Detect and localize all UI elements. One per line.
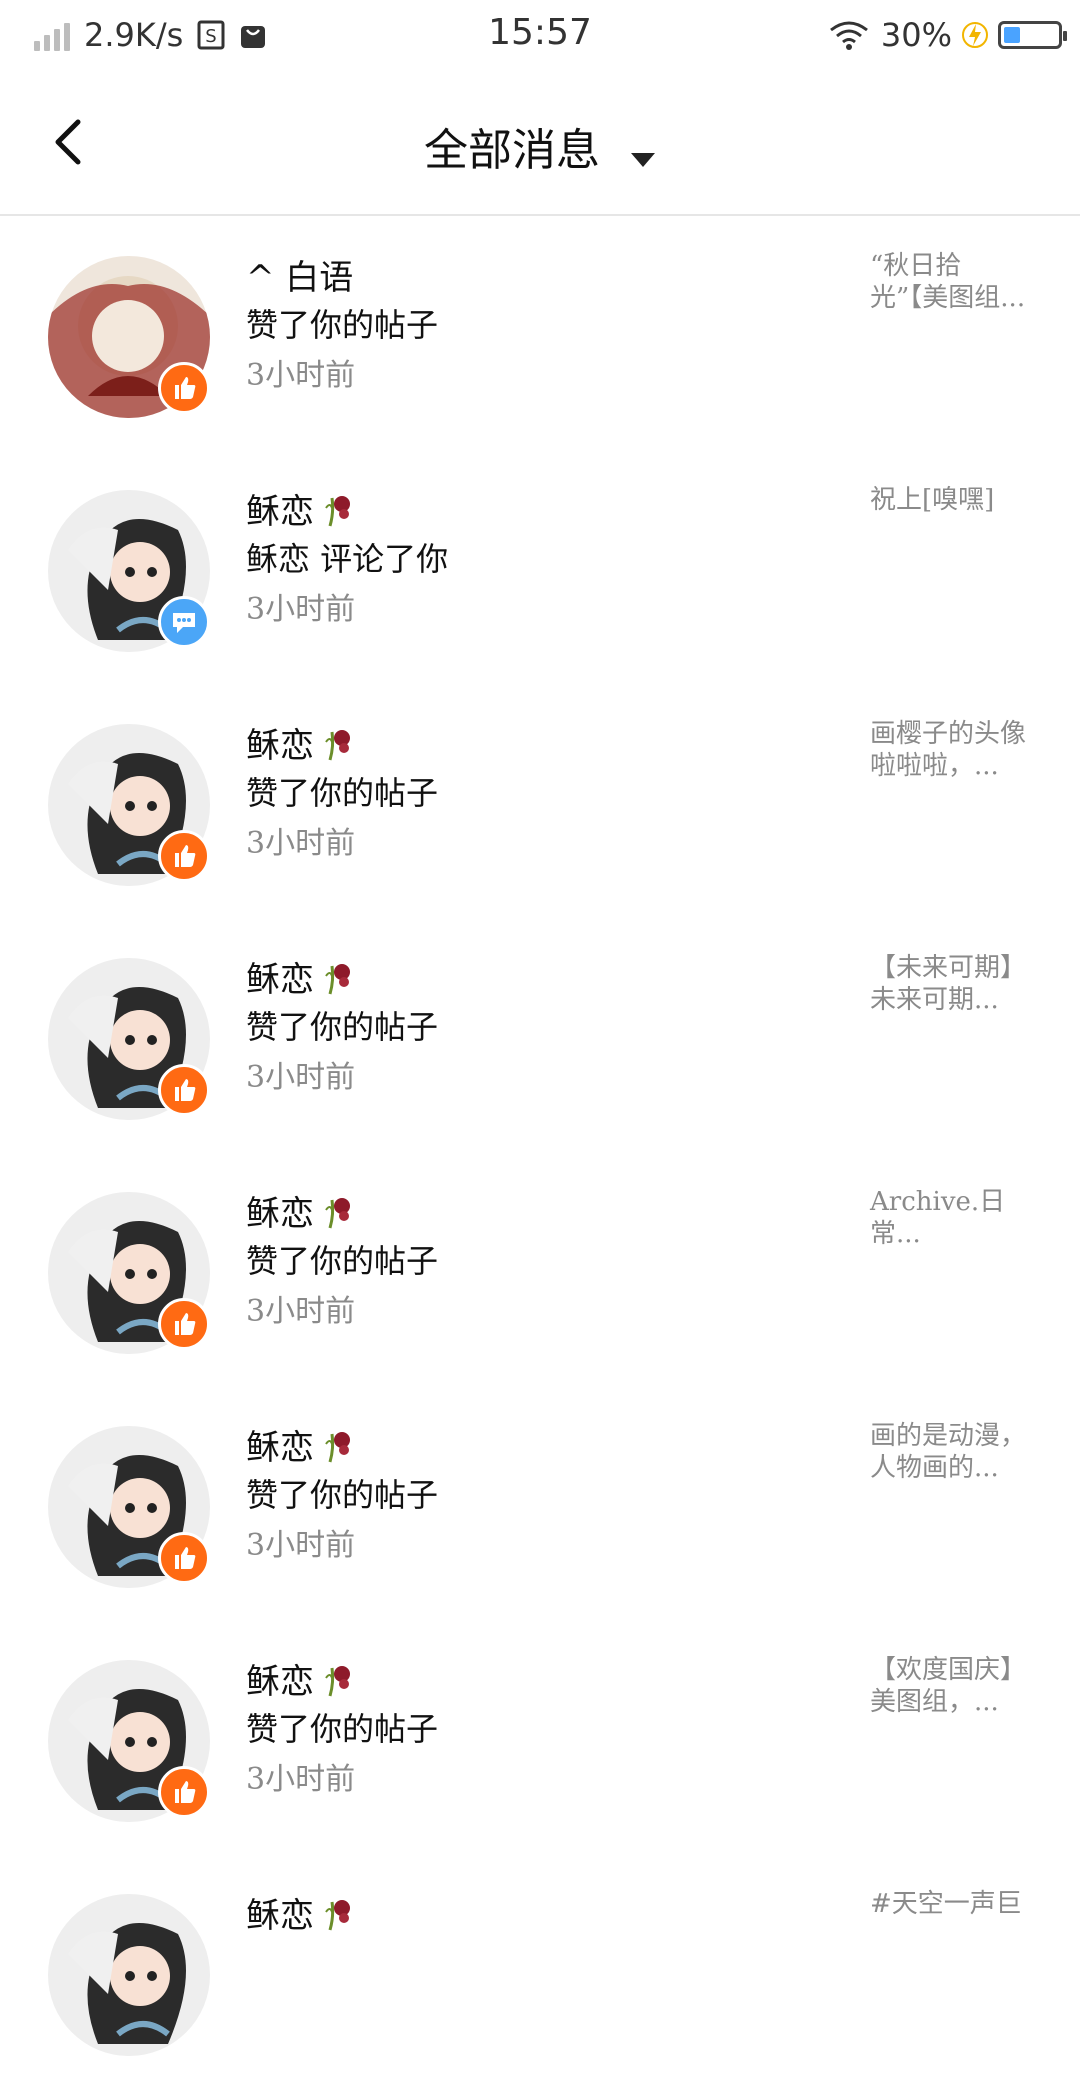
charging-icon: [962, 22, 988, 48]
battery-percent: 30%: [880, 16, 952, 54]
message-action: 赞了你的帖子: [246, 1242, 439, 1280]
message-action: 赞了你的帖子: [246, 774, 439, 812]
rose-emoji-icon: [320, 1428, 354, 1473]
sender-name-text: 稣恋: [246, 726, 314, 766]
sender-name-text: 稣恋: [246, 1194, 314, 1234]
header-bar: 全部消息: [0, 70, 1080, 216]
message-time: 3小时前: [246, 1528, 356, 1563]
sender-name-text: 稣恋: [246, 1428, 314, 1468]
post-snippet[interactable]: 【欢度国庆】 美图组，...: [870, 1654, 1050, 1718]
message-action: 赞了你的帖子: [246, 1710, 439, 1748]
rose-emoji-icon: [320, 960, 354, 1005]
like-badge: [158, 1064, 210, 1116]
page-title: 全部消息: [424, 125, 600, 176]
thumb-up-icon: [175, 1313, 196, 1335]
message-list: ^ 白语 赞了你的帖子 3小时前 “秋日拾 光”【美图组... 稣恋 稣恋 评论了你 3小时…: [0, 216, 1080, 2088]
message-action: 赞了你的帖子: [246, 306, 439, 344]
rose-emoji-icon: [320, 1896, 354, 1941]
rose-emoji-icon: [320, 492, 354, 537]
sender-name[interactable]: 稣恋: [246, 484, 354, 537]
like-badge: [158, 830, 210, 882]
sender-name[interactable]: 稣恋: [246, 1888, 354, 1941]
message-row[interactable]: 稣恋赞了你的帖子 3小时前 画樱子的头像 啦啦啦，...: [0, 684, 1080, 918]
rose-emoji-icon: [320, 1194, 354, 1239]
sender-name[interactable]: 稣恋: [246, 1420, 354, 1473]
sender-name-text: 稣恋: [246, 1662, 314, 1702]
avatar[interactable]: [48, 1894, 210, 2056]
message-row[interactable]: 稣恋赞了你的帖子 3小时前 【未来可期】 未来可期...: [0, 918, 1080, 1152]
like-badge: [158, 1766, 210, 1818]
message-time: 3小时前: [246, 1294, 356, 1329]
sender-name-text: 稣恋: [246, 960, 314, 1000]
battery-level-fill: [1004, 27, 1020, 43]
message-row[interactable]: ^ 白语赞了你的帖子 3小时前 “秋日拾 光”【美图组...: [0, 216, 1080, 450]
message-row[interactable]: 稣恋赞了你的帖子 3小时前 Archive.日常...: [0, 1152, 1080, 1386]
sender-name[interactable]: 稣恋: [246, 1186, 354, 1239]
like-badge: [158, 1532, 210, 1584]
message-action: 赞了你的帖子: [246, 1008, 439, 1046]
sender-name-text: 稣恋: [246, 1896, 314, 1936]
message-row[interactable]: 稣恋赞了你的帖子 3小时前 画的是动漫， 人物画的...: [0, 1386, 1080, 1620]
like-badge: [158, 362, 210, 414]
post-snippet[interactable]: #天空一声巨: [870, 1888, 1050, 1920]
message-time: 3小时前: [246, 592, 356, 627]
post-snippet[interactable]: 【未来可期】 未来可期...: [870, 952, 1050, 1016]
message-filter-dropdown[interactable]: 全部消息: [0, 114, 1080, 179]
wifi-icon: [829, 21, 868, 50]
message-row[interactable]: 稣恋 #天空一声巨: [0, 1854, 1080, 2088]
sender-name[interactable]: ^ 白语: [246, 250, 353, 299]
status-bar: 2.9K/s S 15:57 30%: [0, 0, 1080, 70]
sender-name[interactable]: 稣恋: [246, 718, 354, 771]
battery-icon: [998, 21, 1067, 49]
rose-emoji-icon: [320, 1662, 354, 1707]
post-snippet[interactable]: 画樱子的头像 啦啦啦，...: [870, 718, 1050, 782]
thumb-up-icon: [175, 1547, 196, 1569]
status-right: 30%: [827, 16, 1067, 54]
thumb-up-icon: [175, 1781, 196, 1803]
thumb-up-icon: [175, 377, 196, 399]
sender-name[interactable]: 稣恋: [246, 1654, 354, 1707]
message-action: 稣恋 评论了你: [246, 540, 449, 578]
message-row[interactable]: 稣恋稣恋 评论了你 3小时前 祝上[嗅嘿]: [0, 450, 1080, 684]
message-time: 3小时前: [246, 826, 356, 861]
like-badge: [158, 1298, 210, 1350]
post-snippet[interactable]: 祝上[嗅嘿]: [870, 484, 1050, 516]
rose-emoji-icon: [320, 726, 354, 771]
thumb-up-icon: [175, 845, 196, 867]
thumb-up-icon: [175, 1079, 196, 1101]
post-snippet[interactable]: “秋日拾 光”【美图组...: [870, 250, 1050, 314]
sender-name-text: ^ 白语: [246, 258, 354, 298]
message-time: 3小时前: [246, 358, 356, 393]
message-row[interactable]: 稣恋赞了你的帖子 3小时前 【欢度国庆】 美图组，...: [0, 1620, 1080, 1854]
message-action: 赞了你的帖子: [246, 1476, 439, 1514]
post-snippet[interactable]: Archive.日常...: [870, 1186, 1050, 1250]
message-time: 3小时前: [246, 1060, 356, 1095]
comment-badge: [158, 596, 210, 648]
message-time: 3小时前: [246, 1762, 356, 1797]
sender-name-text: 稣恋: [246, 492, 314, 532]
post-snippet[interactable]: 画的是动漫， 人物画的...: [870, 1420, 1050, 1484]
caret-down-icon: [630, 128, 656, 179]
sender-name[interactable]: 稣恋: [246, 952, 354, 1005]
chat-bubble-icon: [173, 613, 195, 633]
